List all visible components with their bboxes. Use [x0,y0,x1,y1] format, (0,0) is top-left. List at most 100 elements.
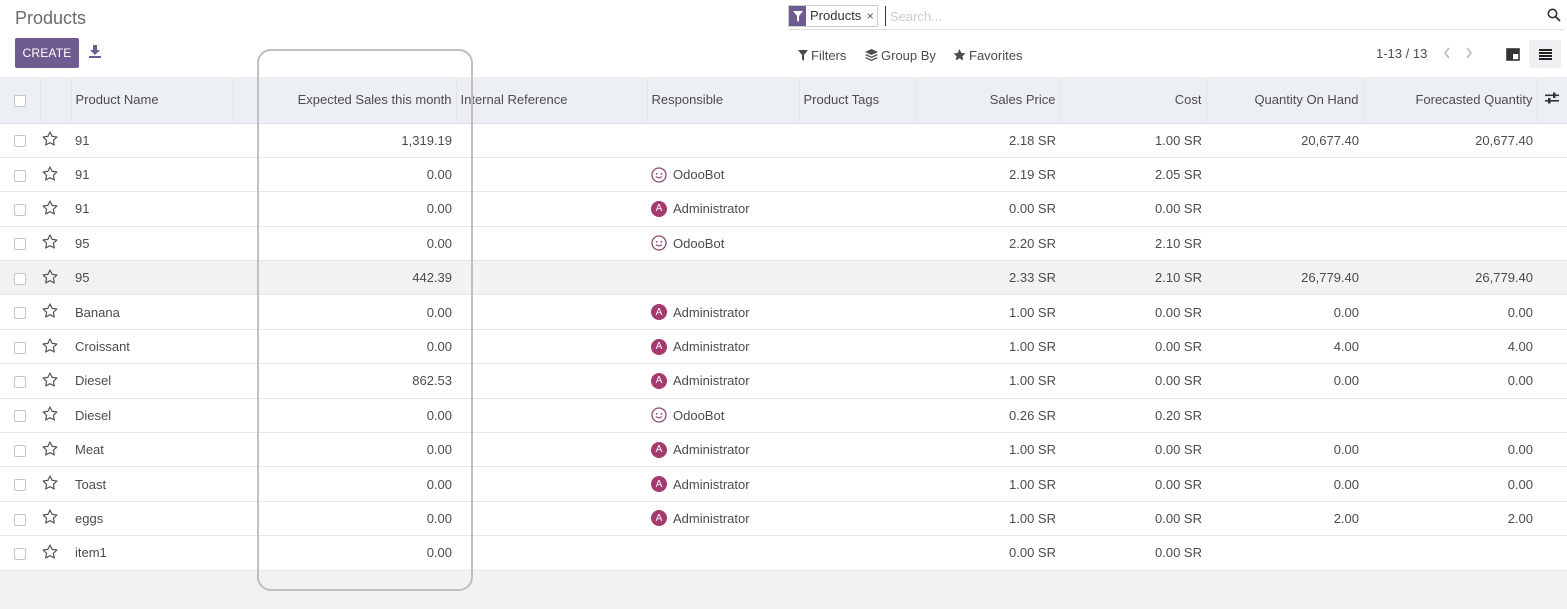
row-checkbox[interactable] [14,479,26,492]
sales-price: 2.18 SR [916,123,1060,158]
star-icon[interactable] [42,406,58,424]
sales-price: 0.00 SR [916,535,1060,571]
star-icon[interactable] [42,441,58,459]
table-row[interactable]: Banana 0.00 A Administrator 1.00 SR 0.00 SR 0.… [0,294,1567,330]
col-sales-price[interactable]: Sales Price [916,77,1061,124]
search-icon[interactable] [1547,8,1561,22]
product-tags [799,260,916,296]
row-checkbox[interactable] [14,513,26,526]
table-row[interactable]: Croissant 0.00 A Administrator 1.00 SR 0.00 S… [0,329,1567,365]
forecasted-quantity: 2.00 [1363,501,1537,537]
responsible-user[interactable]: A Administrator [651,372,795,389]
col-product-name[interactable]: Product Name [71,77,234,124]
star-icon[interactable] [42,337,58,356]
star-icon[interactable] [42,200,58,218]
table-row[interactable]: 91 1,319.19 2.18 SR 1.00 SR 20,677.40 20,677.… [0,123,1567,158]
row-checkbox[interactable] [14,238,26,251]
responsible-user[interactable]: A Administrator [651,476,795,493]
row-checkbox[interactable] [14,307,26,320]
star-icon[interactable] [42,544,58,562]
forecasted-quantity: 0.00 [1363,466,1537,502]
product-tags [799,535,916,571]
product-name: item1 [71,535,233,571]
product-name: 91 [71,191,233,227]
forecasted-quantity: 0.00 [1363,432,1537,468]
group-by-button[interactable]: Group By [865,46,936,64]
table-row[interactable]: 91 0.00 A Administrator 0.00 SR 0.00 SR [0,191,1567,227]
responsible-user[interactable]: OdooBot [651,166,795,183]
star-icon[interactable] [42,509,58,527]
col-product-tags[interactable]: Product Tags [799,77,917,124]
download-icon[interactable] [88,44,102,58]
responsible-name: Administrator [673,373,750,389]
product-name: 95 [71,260,233,296]
table-row[interactable]: item1 0.00 0.00 SR 0.00 SR [0,535,1567,571]
responsible-name: Administrator [673,304,750,320]
quantity-on-hand: 0.00 [1206,363,1363,399]
row-checkbox[interactable] [14,169,26,182]
star-icon[interactable] [42,372,58,390]
star-icon[interactable] [42,234,58,252]
row-checkbox[interactable] [14,272,26,285]
star-icon[interactable] [42,131,58,149]
col-responsible[interactable]: Responsible [647,77,800,124]
col-internal-reference[interactable]: Internal Reference [456,77,648,124]
row-checkbox[interactable] [14,204,26,217]
responsible-user[interactable]: A Administrator [651,304,795,321]
responsible-user[interactable]: OdooBot [651,407,795,423]
table-row[interactable]: 95 442.39 2.33 SR 2.10 SR 26,779.40 26,779.40 [0,260,1567,296]
responsible-user[interactable]: A Administrator [651,200,795,217]
expected-sales: 862.53 [233,363,456,399]
table-row[interactable]: 91 0.00 OdooBot 2.19 SR 2.05 SR [0,157,1567,193]
list-view-icon[interactable] [1529,40,1561,68]
star-icon[interactable] [42,303,58,321]
row-end-cell [1537,398,1567,434]
row-end-cell [1537,191,1567,227]
favorites-button[interactable]: Favorites [953,46,1022,64]
internal-reference [456,260,647,296]
col-forecasted-quantity[interactable]: Forecasted Quantity [1363,77,1538,124]
row-end-cell [1537,123,1567,158]
expected-sales: 0.00 [233,432,456,468]
select-all-cell [0,77,41,124]
row-checkbox[interactable] [14,444,26,457]
star-icon[interactable] [42,475,58,493]
row-checkbox[interactable] [14,375,26,388]
col-quantity-on-hand[interactable]: Quantity On Hand [1206,77,1364,124]
pager-value[interactable]: 1-13 / 13 [1376,46,1427,61]
avatar: A [651,304,667,321]
product-tags [799,432,916,468]
row-checkbox[interactable] [14,410,26,423]
forecasted-quantity: 26,779.40 [1363,260,1537,296]
table-row[interactable]: Diesel 0.00 OdooBot 0.26 SR 0.20 SR [0,398,1567,434]
expected-sales: 0.00 [233,501,456,537]
chevron-right-icon[interactable] [1465,46,1475,60]
star-icon[interactable] [42,269,58,287]
responsible-user[interactable]: A Administrator [651,441,795,458]
responsible-cell [647,535,799,571]
star-icon[interactable] [42,165,58,184]
create-button[interactable]: CREATE [15,38,79,68]
kanban-view-icon[interactable] [1497,40,1529,68]
responsible-user[interactable]: A Administrator [651,338,795,355]
select-all-checkbox[interactable] [13,94,26,107]
table-row[interactable]: Meat 0.00 A Administrator 1.00 SR 0.00 SR 0.00… [0,432,1567,468]
col-expected-sales[interactable]: Expected Sales this month [233,77,457,124]
row-checkbox[interactable] [14,547,26,560]
col-cost[interactable]: Cost [1060,77,1207,124]
facet-remove-icon[interactable]: × [865,6,877,26]
filters-button[interactable]: Filters [798,46,846,64]
responsible-user[interactable]: A Administrator [651,510,795,527]
row-checkbox[interactable] [14,341,26,354]
row-checkbox[interactable] [14,135,26,148]
responsible-name: Administrator [673,510,750,526]
chevron-left-icon[interactable] [1443,46,1453,60]
responsible-user[interactable]: OdooBot [651,235,795,252]
table-row[interactable]: eggs 0.00 A Administrator 1.00 SR 0.00 SR 2.00… [0,501,1567,537]
table-row[interactable]: Toast 0.00 A Administrator 1.00 SR 0.00 SR 0.0… [0,466,1567,502]
expected-sales: 0.00 [233,466,456,502]
optional-columns-toggle[interactable] [1537,77,1567,124]
search-input[interactable] [885,6,1525,26]
table-row[interactable]: 95 0.00 OdooBot 2.20 SR 2.10 SR [0,226,1567,262]
table-row[interactable]: Diesel 862.53 A Administrator 1.00 SR 0.00 SR… [0,363,1567,399]
